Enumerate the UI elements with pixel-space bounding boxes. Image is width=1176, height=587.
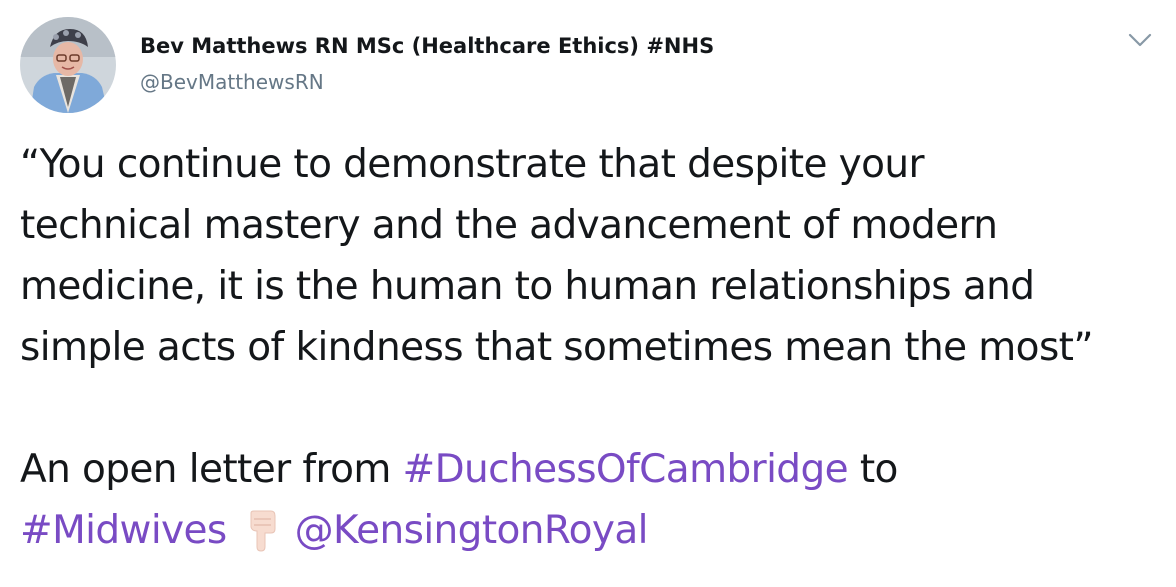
author-handle[interactable]: @BevMatthewsRN [140,69,714,95]
hashtag-midwives-link[interactable]: #Midwives [20,508,227,553]
avatar[interactable] [20,17,116,113]
quote-line: medicine, it is the human to human relat… [20,264,1035,309]
mention-kensington-link[interactable]: @KensingtonRoyal [295,508,649,553]
author-block: Bev Matthews RN MSc (Healthcare Ethics) … [140,33,714,95]
hashtag-duchess-link[interactable]: #DuchessOfCambridge [403,447,849,492]
letter-prefix: An open letter from [20,447,403,492]
tweet-text: “You continue to demonstrate that despit… [20,134,1160,561]
tweet-card: Bev Matthews RN MSc (Healthcare Ethics) … [0,0,1176,587]
backhand-index-pointing-down-icon [241,509,281,553]
letter-suffix: to [848,447,899,492]
avatar-photo [20,17,116,113]
quote-line: simple acts of kindness that sometimes m… [20,325,1094,370]
quote-line: technical mastery and the advancement of… [20,203,998,248]
chevron-down-icon[interactable] [1126,30,1154,50]
tags-line: #Midwives @KensingtonRoyal [20,500,1160,561]
letter-line: An open letter from #DuchessOfCambridge … [20,439,1160,500]
quote-line: “You continue to demonstrate that despit… [20,142,925,187]
author-display-name[interactable]: Bev Matthews RN MSc (Healthcare Ethics) … [140,33,714,59]
